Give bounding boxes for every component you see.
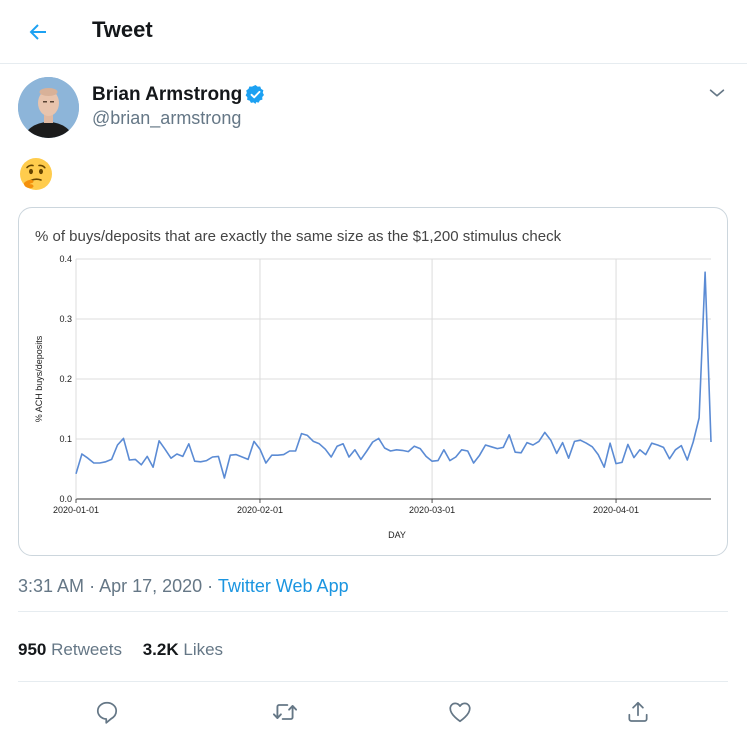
share-button[interactable]	[624, 698, 652, 726]
y-tick-label: 0.1	[59, 434, 72, 444]
retweets-count: 950	[18, 640, 47, 659]
profile-photo-icon	[18, 77, 79, 138]
meta-separator: ·	[207, 576, 214, 596]
reply-icon	[96, 701, 118, 724]
likes-label: Likes	[183, 640, 224, 659]
back-button[interactable]	[22, 16, 54, 48]
y-tick-label: 0.3	[59, 314, 72, 324]
chevron-down-icon[interactable]	[706, 82, 728, 104]
tweet-date: Apr 17, 2020	[99, 576, 203, 596]
engagement-stats: 950 Retweets 3.2K Likes	[18, 640, 223, 660]
y-tick-label: 0.0	[59, 494, 72, 504]
divider	[18, 611, 728, 612]
tweet-timestamp: 3:31 AM · Apr 17, 2020 · Twitter Web App	[18, 576, 349, 597]
avatar[interactable]	[18, 77, 79, 138]
line-chart: % of buys/deposits that are exactly the …	[34, 228, 712, 540]
tweet-media-card[interactable]: % of buys/deposits that are exactly the …	[18, 207, 728, 556]
arrow-left-icon	[29, 24, 46, 40]
author-name[interactable]: Brian Armstrong	[92, 84, 242, 106]
tweet-actions	[0, 690, 747, 734]
like-icon	[449, 702, 471, 723]
likes-stat[interactable]: 3.2K Likes	[143, 640, 223, 660]
retweet-button[interactable]	[271, 698, 299, 726]
tweet-time: 3:31 AM	[18, 576, 85, 596]
chart-title: % of buys/deposits that are exactly the …	[35, 228, 562, 245]
top-bar: Tweet	[0, 0, 747, 64]
y-axis-label: % ACH buys/deposits	[34, 335, 44, 422]
reply-button[interactable]	[93, 698, 121, 726]
y-tick-label: 0.4	[59, 254, 72, 264]
source-app-link[interactable]: Twitter Web App	[218, 576, 349, 596]
page-title: Tweet	[92, 17, 153, 42]
y-tick-label: 0.2	[59, 374, 72, 384]
x-axis-label: DAY	[388, 530, 406, 540]
meta-separator: ·	[89, 576, 96, 596]
likes-count: 3.2K	[142, 640, 179, 659]
x-tick-label: 2020-02-01	[237, 505, 283, 515]
divider	[18, 681, 728, 682]
thinking-face-icon	[20, 158, 52, 190]
author-handle: @brian_armstrong	[92, 108, 242, 128]
x-tick-label: 2020-01-01	[53, 505, 99, 515]
share-icon	[628, 701, 648, 722]
x-tick-label: 2020-04-01	[593, 505, 639, 515]
retweets-label: Retweets	[51, 640, 122, 659]
verified-badge-icon	[245, 85, 264, 104]
retweets-stat[interactable]: 950 Retweets	[18, 640, 122, 660]
like-button[interactable]	[446, 698, 474, 726]
x-tick-label: 2020-03-01	[409, 505, 455, 515]
retweet-icon	[272, 704, 298, 720]
